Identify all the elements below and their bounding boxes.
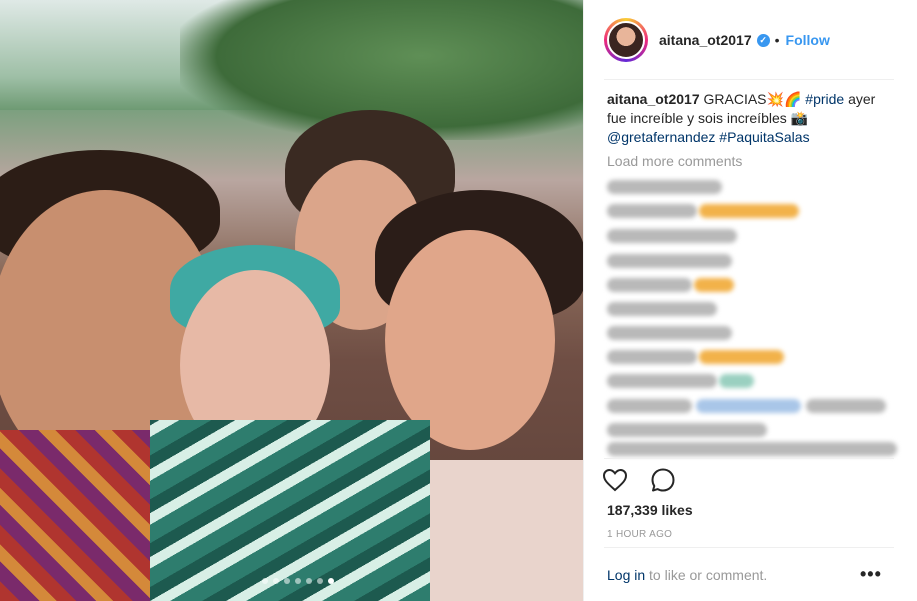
blurred-comment (607, 229, 737, 243)
blurred-comment-emoji (694, 278, 734, 292)
login-link[interactable]: Log in (607, 567, 645, 583)
hashtag-paquitasalas[interactable]: #PaquitaSalas (719, 129, 809, 145)
blurred-comment (607, 423, 767, 437)
carousel-dot[interactable] (273, 578, 279, 584)
post-header: aitana_ot2017 ✓ • Follow (604, 14, 898, 66)
blurred-comment (607, 302, 717, 316)
blurred-comment-emoji (699, 350, 784, 364)
post-sidebar: aitana_ot2017 ✓ • Follow aitana_ot2017 G… (583, 0, 917, 601)
avatar[interactable] (607, 21, 645, 59)
like-button[interactable] (600, 465, 630, 495)
header-separator: • (774, 32, 780, 48)
avatar-story-ring[interactable] (604, 18, 648, 62)
login-prompt-text: to like or comment. (649, 567, 768, 583)
blurred-comment-emoji (699, 204, 799, 218)
post-caption: aitana_ot2017 GRACIAS💥🌈 #pride ayer fue … (607, 90, 897, 147)
follow-button[interactable]: Follow (786, 32, 830, 48)
actions-divider (604, 458, 894, 459)
likes-count[interactable]: 187,339 likes (607, 502, 693, 518)
blurred-comment (607, 350, 697, 364)
comment-button[interactable] (648, 465, 678, 495)
photo-person-face (385, 230, 555, 450)
mention-gretafernandez[interactable]: @gretafernandez (607, 129, 715, 145)
caption-emoji: 📸 (790, 110, 809, 126)
carousel-dot[interactable] (295, 578, 301, 584)
carousel-dot[interactable] (284, 578, 290, 584)
login-prompt: Log in to like or comment. (607, 567, 767, 583)
hashtag-pride[interactable]: #pride (805, 91, 844, 107)
post-actions (600, 465, 678, 495)
photo-shirt (430, 460, 583, 601)
blurred-comment-emoji (719, 374, 754, 388)
caption-emoji: 💥🌈 (766, 91, 802, 107)
carousel-dot[interactable] (306, 578, 312, 584)
blurred-comment (806, 399, 886, 413)
photo-shirt (150, 420, 430, 601)
blurred-comment (607, 180, 722, 194)
blurred-comment (607, 254, 732, 268)
post-timestamp[interactable]: 1 HOUR AGO (607, 529, 672, 540)
blurred-comment (607, 326, 732, 340)
verified-badge-icon: ✓ (756, 33, 770, 47)
blurred-comment-mention (696, 399, 801, 413)
carousel-dot[interactable] (328, 578, 334, 584)
carousel-dot[interactable] (262, 578, 268, 584)
comment-bubble-icon (651, 468, 675, 492)
caption-username[interactable]: aitana_ot2017 (607, 91, 700, 107)
load-more-comments-button[interactable]: Load more comments (607, 153, 742, 169)
caption-text: GRACIAS (703, 91, 767, 107)
carousel-indicator[interactable] (262, 578, 334, 584)
more-options-button[interactable]: ••• (860, 564, 882, 585)
post-photo[interactable] (0, 0, 583, 601)
heart-icon (602, 468, 628, 492)
blurred-comment (607, 442, 897, 456)
blurred-comment (607, 204, 697, 218)
post-username[interactable]: aitana_ot2017 (659, 32, 752, 48)
header-divider (604, 79, 894, 80)
blurred-comment (607, 374, 717, 388)
blurred-comment (607, 278, 692, 292)
footer-divider (604, 547, 894, 548)
carousel-dot[interactable] (317, 578, 323, 584)
blurred-comment (607, 399, 692, 413)
